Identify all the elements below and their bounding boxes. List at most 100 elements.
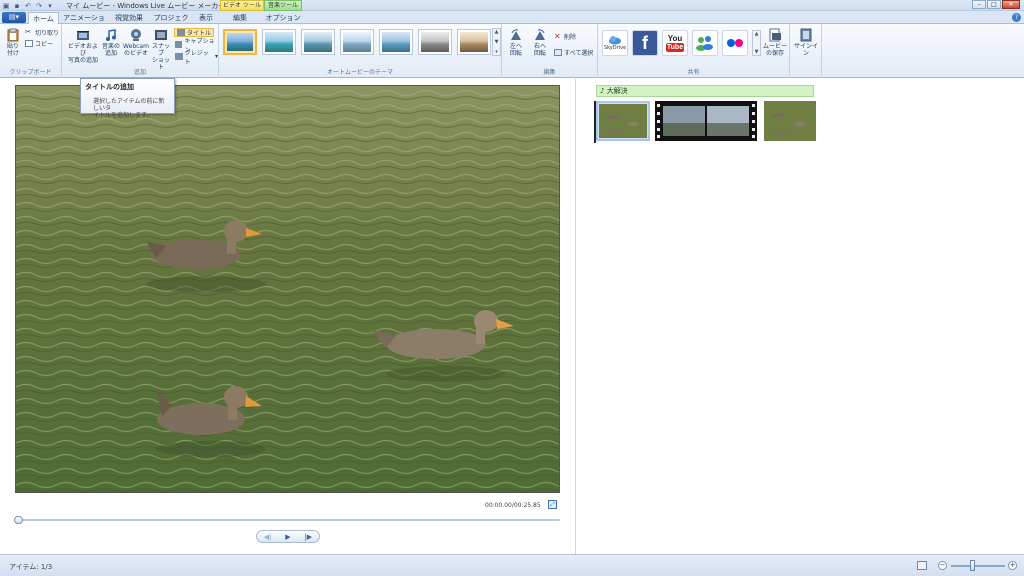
rotate-left-label-2: 回転	[509, 50, 522, 57]
copy-label: コピー	[35, 41, 54, 48]
webcam-video-button[interactable]: Webcam のビデオ	[122, 28, 150, 57]
themes-gallery-scroll[interactable]: ▲ ▼ ▾	[492, 28, 501, 56]
seek-thumb[interactable]	[14, 516, 23, 524]
theme-thumbnail[interactable]	[379, 29, 413, 55]
preview-pane: 00:00.00/00:25.85 ⤢ ◀| ▶ |▶	[0, 79, 576, 554]
close-button[interactable]: ✕	[1002, 0, 1020, 9]
scroll-up-icon[interactable]: ▲	[495, 29, 499, 35]
flickr-button[interactable]	[722, 30, 748, 56]
add-music-label-1: 音楽の	[101, 43, 120, 50]
select-all-button[interactable]: すべて選択	[554, 48, 593, 57]
tab-edit[interactable]: 編集	[228, 12, 252, 24]
rotate-left-button[interactable]: 左へ 回転	[506, 28, 526, 57]
undo-icon[interactable]: ↶	[24, 2, 32, 10]
add-videos-label-2: 写真の追加	[67, 57, 98, 64]
facebook-button[interactable]: f	[632, 30, 658, 56]
zoom-slider-track[interactable]	[951, 565, 1005, 567]
app-menu-button[interactable]: ▤▾	[2, 12, 26, 23]
minimize-button[interactable]: –	[972, 0, 986, 9]
theme-thumbnail[interactable]	[301, 29, 335, 55]
webcam-label-1: Webcam	[123, 43, 149, 50]
rotate-left-label-1: 左へ	[509, 43, 522, 50]
theme-thumbnail[interactable]	[340, 29, 374, 55]
snapshot-button[interactable]: スナップ ショット	[150, 28, 172, 71]
save-icon[interactable]: ▪	[13, 2, 21, 10]
qat-dropdown-icon[interactable]: ▾	[46, 2, 54, 10]
storyboard-clip[interactable]	[764, 101, 816, 141]
paste-button[interactable]: 貼り 付け	[4, 28, 22, 57]
gallery-expand-icon[interactable]: ▾	[495, 49, 498, 55]
save-movie-label-2: の保存	[765, 50, 784, 57]
theme-thumbnail[interactable]	[418, 29, 452, 55]
flickr-icon	[727, 39, 743, 47]
save-movie-button[interactable]: ムービー の保存	[762, 28, 788, 57]
rotate-right-button[interactable]: 右へ 回転	[530, 28, 550, 57]
theme-thumbnail[interactable]	[457, 29, 491, 55]
share-gallery-scroll[interactable]: ▲ ▼	[752, 30, 761, 56]
share-scroll-up-icon[interactable]: ▲	[755, 31, 759, 37]
tab-view[interactable]: 表示	[194, 12, 218, 24]
automovie-themes-group: ▲ ▼ ▾ オートムービーのテーマ	[219, 24, 502, 78]
cut-label: 切り取り	[35, 30, 60, 37]
webcam-label-2: のビデオ	[123, 50, 148, 57]
video-tools-context-label: ビデオ ツール	[220, 0, 264, 11]
rotate-right-icon	[535, 29, 545, 40]
theme-thumbnail[interactable]	[262, 29, 296, 55]
playback-controls: ◀| ▶ |▶	[256, 530, 320, 543]
share-scroll-down-icon[interactable]: ▼	[755, 49, 759, 55]
thumbnail-size-icon[interactable]	[917, 561, 927, 570]
save-movie-icon	[769, 28, 781, 42]
add-music-button[interactable]: 音楽の 追加	[100, 28, 122, 57]
share-group-label: 共有	[687, 69, 700, 76]
add-videos-photos-button[interactable]: ビデオおよび 写真の追加	[66, 28, 100, 64]
edit-group: 左へ 回転 右へ 回転 ✕ 削除 すべて選択 編集	[502, 24, 598, 78]
credits-label: クレジット	[184, 49, 209, 66]
signin-door-icon	[800, 28, 812, 42]
skydrive-button[interactable]: SkyDrive	[602, 30, 628, 56]
cut-button[interactable]: ✂ 切り取り	[25, 28, 60, 38]
messenger-button[interactable]	[692, 30, 718, 56]
storyboard-clip[interactable]	[596, 101, 650, 141]
tab-project[interactable]: プロジェクト	[152, 12, 190, 34]
theme-thumbnail[interactable]	[223, 29, 257, 55]
app-icon[interactable]: ▣	[2, 2, 10, 10]
youtube-button[interactable]: You Tube	[662, 30, 688, 56]
redo-icon[interactable]: ↷	[35, 2, 43, 10]
help-icon[interactable]: ?	[1012, 13, 1021, 22]
tab-visual-effects[interactable]: 視覚効果	[110, 12, 148, 24]
video-preview[interactable]	[15, 85, 560, 493]
fullscreen-preview-button[interactable]: ⤢	[548, 500, 557, 509]
seek-bar[interactable]	[16, 519, 560, 521]
select-all-label: すべて選択	[564, 50, 594, 57]
previous-frame-button[interactable]: ◀|	[264, 533, 272, 541]
title-bar: ▣ ▪ ↶ ↷ ▾ マイ ムービー - Windows Live ムービー メー…	[0, 0, 1024, 11]
add-music-label-2: 追加	[104, 50, 117, 57]
maximize-button[interactable]: □	[987, 0, 1001, 9]
tab-options[interactable]: オプション	[264, 12, 302, 24]
clip-thumbnail	[599, 104, 647, 138]
music-track[interactable]: ♪ 大解決	[596, 85, 814, 97]
youtube-icon-bottom: Tube	[665, 43, 685, 52]
scroll-down-icon[interactable]: ▼	[495, 39, 499, 45]
credits-button[interactable]: クレジット ▾	[175, 50, 218, 66]
tooltip-title: タイトルの追加	[85, 83, 134, 91]
main-area: 00:00.00/00:25.85 ⤢ ◀| ▶ |▶ ♪ 大解決	[0, 79, 1024, 554]
skydrive-icon	[609, 36, 621, 45]
signin-button[interactable]: サインイン	[793, 28, 819, 57]
tab-home[interactable]: ホーム	[28, 12, 59, 24]
copy-button[interactable]: コピー	[25, 39, 53, 48]
play-button[interactable]: ▶	[285, 533, 290, 541]
storyboard-clip[interactable]	[655, 101, 757, 141]
facebook-icon: f	[642, 32, 648, 53]
zoom-slider-thumb[interactable]	[970, 560, 975, 571]
ribbon: 貼り 付け ✂ 切り取り コピー クリップボード ビデオおよび 写真の追加 音楽…	[0, 24, 1024, 78]
zoom-out-button[interactable]: −	[938, 561, 947, 570]
status-bar: アイテム: 1/3 − +	[0, 554, 1024, 576]
film-photo-icon	[77, 31, 89, 40]
delete-button[interactable]: ✕ 削除	[554, 32, 576, 42]
zoom-in-button[interactable]: +	[1008, 561, 1017, 570]
tab-animations[interactable]: アニメーション	[62, 12, 106, 34]
next-frame-button[interactable]: |▶	[304, 533, 312, 541]
signin-label: サインイン	[793, 43, 818, 57]
credits-dropdown-icon: ▾	[214, 53, 218, 60]
